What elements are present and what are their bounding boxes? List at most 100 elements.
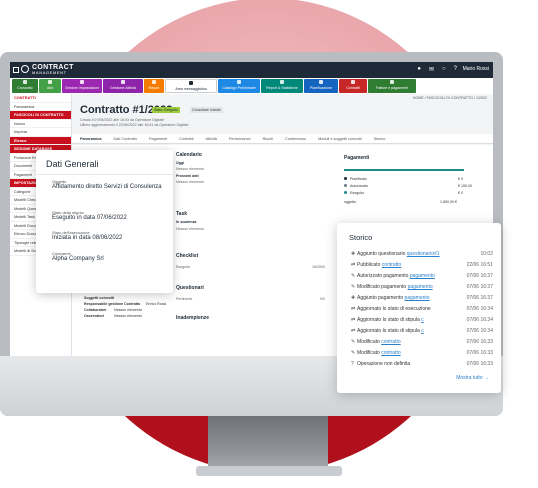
tab[interactable]: Storico	[374, 137, 386, 141]
history-link[interactable]: pagamento	[410, 273, 435, 279]
bell-icon[interactable]: ●	[417, 66, 421, 73]
history-link[interactable]: c	[421, 328, 424, 334]
history-row: ✚ Aggiunto questionario questionario#1 10:…	[351, 251, 493, 259]
module-tile[interactable]: Report & Statistiche	[261, 79, 303, 93]
history-link[interactable]: contratto	[382, 262, 401, 268]
general-data-title: Dati Generali	[46, 159, 99, 169]
app-grid-icon[interactable]	[13, 67, 19, 73]
history-link[interactable]: contratto	[381, 350, 400, 356]
history-time: 10:02	[480, 251, 493, 257]
module-icon	[23, 80, 27, 84]
breadcrumb[interactable]: HOME / FASCICOLI DI CONTRATTO / 1/2022	[413, 96, 487, 100]
sidebar-item[interactable]: Panoramica	[10, 103, 71, 111]
tab[interactable]: Contenzioso	[285, 137, 306, 141]
today-value: Nessun elemento	[176, 167, 204, 171]
sidebar-item[interactable]: Elenco	[10, 136, 71, 145]
history-time: 07/06 16:37	[466, 273, 493, 279]
mail-icon[interactable]: ✉	[429, 66, 434, 73]
payment-legend-row: Eseguito	[344, 191, 364, 195]
chat-icon[interactable]: ○	[442, 66, 446, 73]
module-icon	[80, 80, 84, 84]
history-entry: Aggiornato lo stato di stipula c	[357, 328, 461, 334]
sidebar-item[interactable]: Nuovo	[10, 120, 71, 128]
sidebar-item[interactable]: CONTRATTI	[10, 94, 71, 103]
object-value: Affidamento diretto Servizi di Consulenz…	[52, 184, 162, 190]
history-time: 07/06 16:37	[466, 295, 493, 301]
module-tile[interactable]: Area messaggistica	[165, 79, 217, 93]
tab[interactable]: Attività	[205, 137, 216, 141]
history-row: ✎ Modificato contratto 07/06 16:33	[351, 350, 493, 358]
legend-label: Autorizzato	[350, 184, 368, 188]
user-name[interactable]: Mario Rossi	[463, 66, 489, 72]
history-entry: Aggiunto questionario questionario#1	[357, 251, 461, 257]
module-icon	[390, 80, 394, 84]
module-tile[interactable]: Gestore Impostazioni	[62, 79, 102, 93]
module-tile[interactable]: Pianificazione	[304, 79, 338, 93]
module-tile[interactable]: Report	[144, 79, 164, 93]
history-link[interactable]: c	[421, 317, 424, 323]
module-label: Gestione Attività	[110, 86, 136, 90]
tab[interactable]: Pagamenti	[149, 137, 167, 141]
history-card: Storico ✚ Aggiunto questionario questiona…	[337, 223, 501, 393]
collaborators-value: Nessun elemento	[114, 308, 142, 312]
history-time: 22/06 16:51	[466, 262, 493, 268]
module-tile[interactable]: Gestione Attività	[103, 79, 143, 93]
tab[interactable]: Panoramica	[80, 137, 102, 141]
tab[interactable]: Contratti	[179, 137, 193, 141]
history-text: Operazione non definita	[357, 361, 411, 367]
stipula-value: Eseguito in data 07/06/2022	[52, 215, 127, 221]
history-text: Modificato	[357, 350, 380, 356]
payment-legend-row: Autorizzato	[344, 184, 368, 188]
sidebar-item[interactable]: Importa	[10, 128, 71, 137]
help-icon[interactable]: ?	[454, 66, 457, 73]
module-tile[interactable]: Cruscotto	[12, 79, 38, 93]
questionnaires-label: Pertinente	[176, 297, 193, 301]
app-logo[interactable]: CONTRACT MANAGEMENT	[32, 64, 74, 75]
history-entry: Aggiornato lo stato di esecuzione	[357, 306, 461, 312]
divider	[36, 174, 173, 175]
general-data-card: Dati Generali Oggetto Affidamento dirett…	[36, 150, 173, 293]
next-value: Nessun elemento	[176, 180, 204, 184]
history-link[interactable]: pagamento	[405, 295, 430, 301]
questionnaires-heading: Questionari	[176, 285, 204, 291]
module-label: Albi	[47, 86, 53, 90]
today-label: Oggi	[176, 161, 185, 165]
history-text: Aggiunto questionario	[357, 251, 406, 257]
history-entry: Pubblicato contratto	[357, 262, 461, 268]
consultant-badge: Consultare Iniziale	[190, 107, 223, 113]
sidebar-item[interactable]: FASCICOLI DI CONTRATTO	[10, 111, 71, 120]
module-tile[interactable]: Albi	[39, 79, 61, 93]
created-info: Creato il 07/06/2022 alle 16:03 da Opera…	[80, 118, 165, 122]
module-label: Area messaggistica	[175, 87, 207, 91]
legend-dot-icon	[344, 177, 347, 180]
checklist-value: 16/2000	[312, 265, 325, 269]
history-row: ⇄ Aggiornato lo stato di stipula c 07/06 1…	[351, 317, 493, 325]
history-link[interactable]: contratto	[381, 339, 400, 345]
history-row: ✎ Modificato contratto 07/06 16:33	[351, 339, 493, 347]
history-entry: Aggiunto pagamento pagamento	[357, 295, 461, 301]
module-tile[interactable]: Catalogo Preliminare	[218, 79, 260, 93]
monitor-stand	[208, 410, 328, 472]
module-icon	[121, 80, 125, 84]
legend-value: € 150,00	[458, 184, 472, 188]
history-row: ✎ Autorizzato pagamento pagamento 07/06 16…	[351, 273, 493, 281]
tab[interactable]: Performance	[229, 137, 251, 141]
history-time: 07/06 16:33	[466, 339, 493, 345]
top-icons: ● ✉ ○ ?	[417, 66, 457, 73]
module-icon	[237, 80, 241, 84]
history-title: Storico	[349, 233, 373, 242]
module-bar: Cruscotto Albi Gestore Impostazioni Gestion…	[10, 78, 493, 94]
module-icon	[152, 80, 156, 84]
history-link[interactable]: pagamento	[408, 284, 433, 290]
tab[interactable]: Dati Contratto	[114, 137, 137, 141]
module-tile[interactable]: Fatture e pagamenti	[368, 79, 416, 93]
history-text: Modificato	[357, 339, 380, 345]
contractors-value: Alpha Company Srl	[52, 256, 104, 262]
payments-heading: Pagamenti	[344, 155, 370, 161]
module-label: Report	[148, 86, 160, 90]
show-all-link[interactable]: Mostra tutto →	[456, 375, 489, 381]
history-link[interactable]: questionario#1	[407, 251, 440, 257]
tab[interactable]: Moduli e soggetti coinvolti	[318, 137, 361, 141]
tab[interactable]: Rischi	[263, 137, 273, 141]
module-tile[interactable]: Contratti	[339, 79, 367, 93]
